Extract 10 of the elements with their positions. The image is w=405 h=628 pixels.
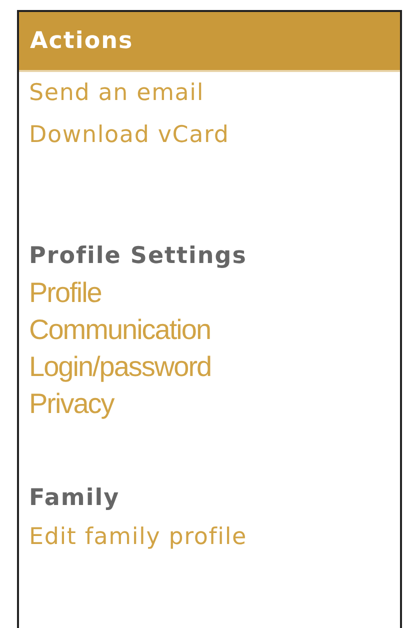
sidebar-link[interactable]: Privacy xyxy=(29,385,114,422)
section-heading: Family xyxy=(29,484,120,513)
sidebar-link[interactable]: Communication xyxy=(29,311,211,348)
sidebar-link[interactable]: Edit family profile xyxy=(29,516,247,558)
sidebar-link[interactable]: Profile xyxy=(29,274,102,311)
sidebar-link[interactable]: Login/password xyxy=(29,348,212,385)
sidebar-link[interactable]: Download vCard xyxy=(29,114,230,156)
sidebar-link[interactable]: Send an email xyxy=(29,72,204,114)
section-heading: Profile Settings xyxy=(29,242,247,271)
panel-title: Actions xyxy=(30,28,134,54)
